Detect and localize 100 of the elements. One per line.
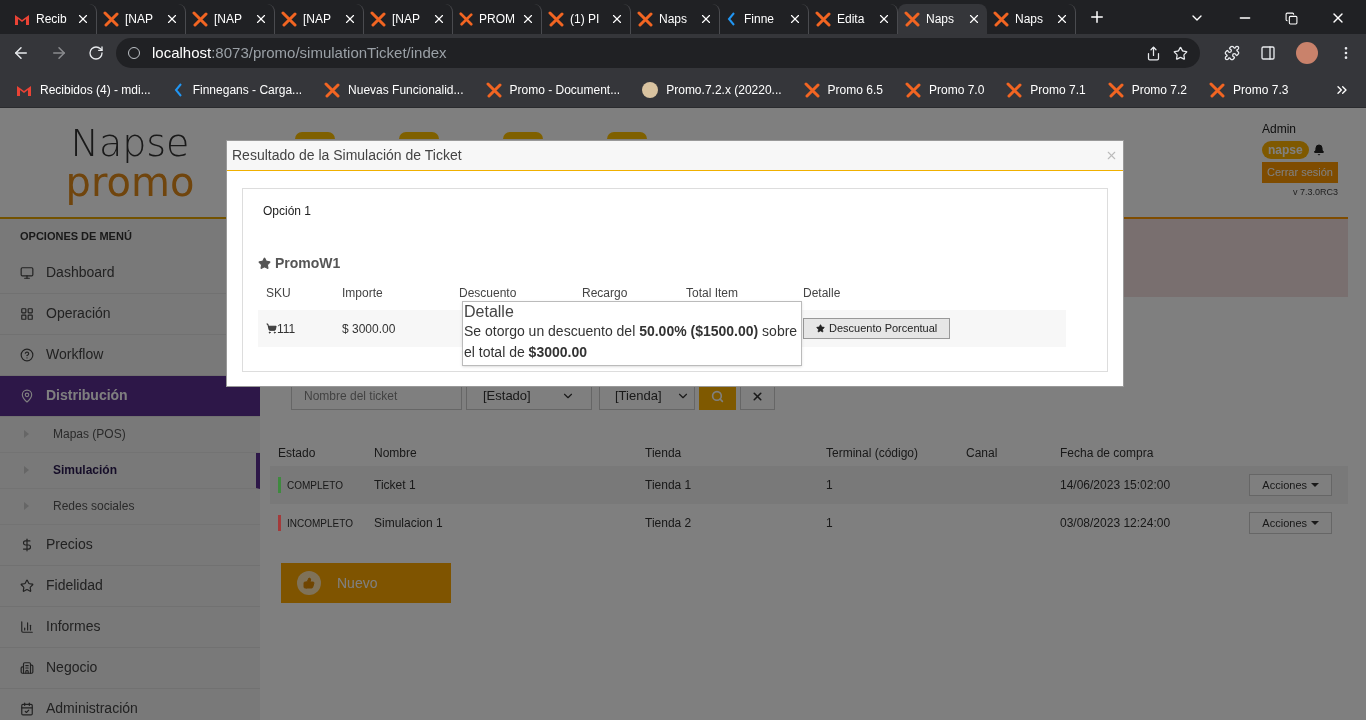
column-header: Tienda: [645, 445, 683, 462]
modal-title: Resultado de la Simulación de Ticket: [232, 146, 462, 165]
bookmark[interactable]: Promo 7.3: [1209, 80, 1289, 99]
option-tab[interactable]: Opción 1: [258, 202, 317, 220]
tooltip-title: Detalle: [464, 302, 515, 321]
back-icon[interactable]: [12, 44, 30, 62]
bookmark[interactable]: Promo - Document...: [485, 80, 621, 99]
share-icon[interactable]: [1146, 45, 1161, 61]
bookmark[interactable]: Nuevas Funcionalid...: [324, 80, 464, 99]
tab-title: Finne: [744, 11, 776, 28]
tab-title: Naps: [926, 11, 955, 28]
x-logo-icon: [637, 11, 653, 27]
x-logo-icon: [815, 11, 831, 27]
close-icon[interactable]: [1055, 12, 1069, 26]
x-logo-icon: [1006, 81, 1023, 98]
column-header: Estado: [278, 445, 317, 462]
profile-avatar[interactable]: [1296, 42, 1318, 64]
column-header: Recargo: [582, 285, 629, 302]
sidebar-item[interactable]: Informes: [0, 606, 260, 648]
sidebar-item[interactable]: Administración: [0, 688, 260, 720]
close-icon[interactable]: [699, 12, 713, 26]
cart-icon: [266, 323, 277, 334]
x-logo-icon: [192, 11, 208, 27]
bookmark-star-icon[interactable]: [1173, 45, 1188, 61]
reload-icon[interactable]: [88, 45, 104, 61]
side-panel-icon[interactable]: [1260, 45, 1276, 61]
actions-button[interactable]: Acciones: [1249, 512, 1332, 534]
bookmark[interactable]: Promo 7.2: [1107, 80, 1188, 99]
extensions-icon[interactable]: [1224, 45, 1240, 61]
sidebar-item[interactable]: Distribución: [0, 375, 260, 417]
close-icon[interactable]: [76, 12, 90, 26]
table-cell-text: Tienda 2: [645, 515, 693, 532]
tab-title: PROM: [479, 11, 515, 28]
column-header: Detalle: [803, 285, 842, 302]
table-cell-text: 03/08/2023 12:24:00: [1060, 515, 1172, 532]
close-icon[interactable]: [343, 12, 357, 26]
x-logo-icon: [459, 11, 473, 27]
forward-icon[interactable]: [50, 44, 68, 62]
tab-title: Edita: [837, 11, 866, 28]
x-logo-icon: [993, 11, 1009, 27]
company-badge: napse: [1261, 141, 1309, 159]
tab-title: Naps: [659, 11, 688, 28]
sidebar-item[interactable]: Negocio: [0, 647, 260, 689]
close-icon: [751, 389, 764, 403]
address-bar[interactable]: localhost:8073/promo/simulationTicket/index: [116, 38, 1200, 68]
bookmark[interactable]: Promo 6.5: [803, 80, 883, 99]
tooltip-text: Se otorgo un descuento del 50.00% ($1500.00) sobre el total de $3000.00: [464, 322, 799, 362]
version-text: v 7.3.0RC3: [1292, 185, 1338, 199]
x-logo-icon: [370, 11, 386, 27]
table-cell-text: Tienda 1: [645, 477, 693, 494]
chevrons-logo-icon: [172, 81, 185, 98]
tab-title: Naps: [1015, 11, 1044, 28]
bookmark[interactable]: Promo 7.0: [904, 80, 985, 99]
x-logo-icon: [548, 11, 564, 27]
star-icon: [20, 578, 34, 593]
table-cell-text: 1: [826, 477, 834, 494]
bookmark[interactable]: Recibidos (4) - mdi...: [16, 80, 151, 99]
close-icon[interactable]: [521, 12, 535, 26]
close-icon[interactable]: [967, 12, 981, 26]
close-icon[interactable]: [165, 12, 179, 26]
table-cell-text: COMPLETO: [287, 478, 343, 493]
table-cell-text: 14/06/2023 15:02:00: [1060, 477, 1172, 494]
close-icon[interactable]: [877, 12, 891, 26]
x-logo-icon: [103, 11, 119, 27]
bookmark[interactable]: Finnegans - Carga...: [172, 80, 303, 99]
discount-type-button[interactable]: Descuento Porcentual: [803, 318, 951, 339]
tab-title: (1) PI: [570, 11, 601, 28]
circle-top-icon: [503, 132, 543, 139]
circle-top-icon: [295, 132, 335, 139]
x-logo-icon: [1107, 81, 1124, 98]
sidebar-item[interactable]: Precios: [0, 524, 260, 566]
bell-icon[interactable]: [1312, 144, 1325, 156]
table-cell-text: $ 3000.00: [342, 320, 397, 338]
bookmark[interactable]: Promo.7.2.x (20220...: [642, 80, 782, 99]
table-cell-text: Ticket 1: [374, 477, 417, 494]
table-cell-text: Simulacion 1: [374, 515, 444, 532]
actions-button[interactable]: Acciones: [1249, 474, 1332, 496]
close-icon[interactable]: [254, 12, 268, 26]
help-icon: [20, 347, 34, 362]
new-tab-icon[interactable]: [1088, 8, 1106, 26]
x-logo-icon: [485, 81, 502, 98]
tab-title: [NAP: [303, 11, 332, 28]
mail-logo-icon: [16, 83, 32, 96]
close-icon[interactable]: [788, 12, 802, 26]
sku-link[interactable]: 111: [277, 319, 296, 338]
sidebar-item[interactable]: Fidelidad: [0, 565, 260, 607]
logo-text: Napse: [70, 123, 190, 162]
restore-icon[interactable]: [1285, 11, 1298, 25]
tab-title: [NAP: [125, 11, 154, 28]
close-icon[interactable]: [432, 12, 446, 26]
x-logo-icon: [324, 81, 341, 98]
submenu-item[interactable]: Simulación: [0, 452, 260, 489]
close-icon[interactable]: [610, 12, 624, 26]
bookmark[interactable]: Promo 7.1: [1006, 80, 1086, 99]
search-icon: [711, 389, 724, 403]
column-header: Total Item: [686, 285, 740, 302]
circle-top-icon: [607, 132, 647, 139]
circle-top-icon: [399, 132, 439, 139]
bar-chart-icon: [20, 619, 34, 634]
browser-tab[interactable]: Naps: [898, 4, 987, 34]
